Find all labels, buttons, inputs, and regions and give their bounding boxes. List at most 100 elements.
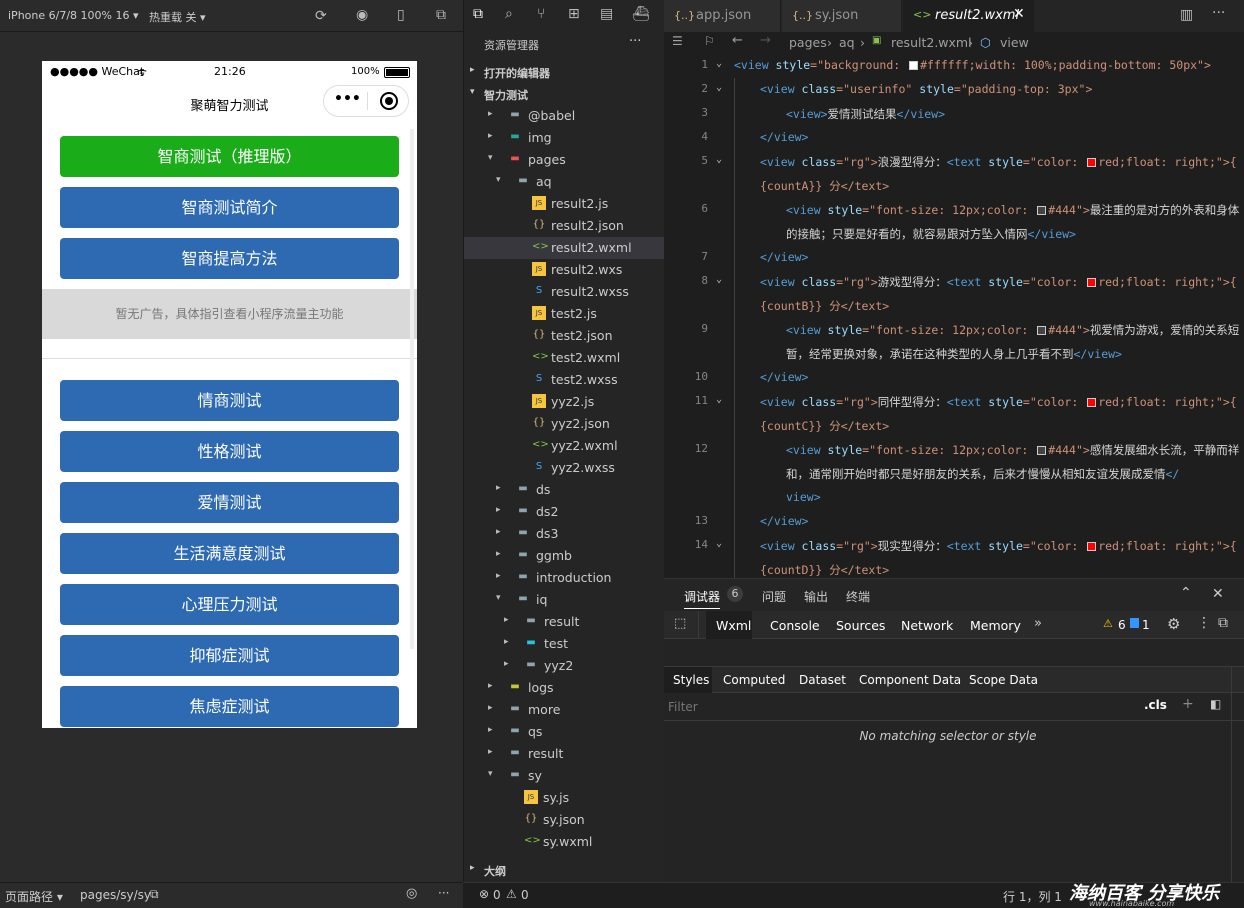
folder-item[interactable]: ▸ ▬ qs (464, 721, 665, 743)
folder-item[interactable]: ▾ ▬ pages (464, 149, 665, 171)
toggle-sidebar-icon[interactable]: ◧ (1210, 697, 1221, 711)
color-swatch[interactable] (1037, 206, 1047, 215)
undock-icon[interactable]: ⧉ (1218, 615, 1228, 631)
color-swatch[interactable] (1087, 278, 1097, 287)
chevron-up-icon[interactable]: ⌃ (1180, 585, 1192, 601)
tab-computed[interactable]: Computed (723, 673, 785, 687)
window-icon[interactable]: ⧉ (436, 7, 446, 23)
tab-network[interactable]: Network (901, 618, 953, 633)
chevron-down-icon[interactable]: ▾ (496, 593, 501, 603)
stop-icon[interactable]: ◉ (356, 7, 368, 23)
chevron-right-icon[interactable]: ▸ (496, 571, 501, 581)
tab-sy-json[interactable]: {..} sy.json (782, 0, 902, 32)
eq-test-button[interactable]: 情商测试 (60, 380, 399, 421)
cursor-position[interactable]: 行 1，列 1 (1003, 888, 1062, 905)
tab-component-data[interactable]: Component Data (859, 673, 961, 687)
fold-icon[interactable]: ⌄ (716, 538, 722, 549)
device-select[interactable]: iPhone 6/7/8 100% 16 ▾ (8, 9, 139, 22)
warning-icon[interactable]: ⚠ (1103, 617, 1113, 630)
close-icon[interactable]: ✕ (1013, 6, 1025, 22)
color-swatch[interactable] (1087, 542, 1097, 551)
warning-icon[interactable]: ⚠ (506, 887, 517, 901)
folder-item[interactable]: ▸ ▬ ds3 (464, 523, 665, 545)
chevron-down-icon[interactable]: ▾ (488, 153, 493, 163)
chevron-right-icon[interactable]: ▸ (488, 703, 493, 713)
folder-item[interactable]: ▸ ▬ result (464, 743, 665, 765)
chevron-right-icon[interactable]: ▸ (496, 483, 501, 493)
eye-icon[interactable]: ◎ (406, 886, 417, 901)
file-item[interactable]: {} sy.json (464, 809, 665, 831)
fold-icon[interactable]: ⌄ (716, 154, 722, 165)
iq-intro-button[interactable]: 智商测试简介 (60, 187, 399, 228)
iq-test-reasoning-button[interactable]: 智商测试（推理版） (60, 136, 399, 177)
file-item[interactable]: {} test2.json (464, 325, 665, 347)
file-item[interactable]: <> test2.wxml (464, 347, 665, 369)
panel-icon[interactable]: ▤ (600, 6, 613, 22)
folder-item[interactable]: ▸ ▬ test (464, 633, 665, 655)
chevron-right-icon[interactable]: ▸ (496, 505, 501, 515)
folder-item[interactable]: ▾ ▬ aq (464, 171, 665, 193)
docker-icon[interactable]: ⛴ (632, 6, 650, 22)
tab-console[interactable]: Console (770, 618, 820, 633)
tab-sources[interactable]: Sources (836, 618, 885, 633)
close-panel-icon[interactable]: ✕ (1212, 586, 1224, 602)
filter-input[interactable] (668, 697, 1128, 717)
tab-app-json[interactable]: {..} app.json (664, 0, 781, 32)
color-swatch[interactable] (1037, 446, 1047, 455)
split-editor-icon[interactable]: ▥ (1180, 7, 1193, 23)
file-item[interactable]: <> result2.wxml (464, 237, 665, 259)
file-item[interactable]: <> yyz2.wxml (464, 435, 665, 457)
tab-dataset[interactable]: Dataset (799, 673, 846, 687)
files-icon[interactable]: ⧉ (473, 6, 483, 22)
hotreload-toggle[interactable]: 热重载 关 ▾ (149, 9, 206, 25)
fold-icon[interactable]: ⌄ (716, 82, 722, 93)
chevron-right-icon[interactable]: ▸ (488, 131, 493, 141)
source-control-icon[interactable]: ⑂ (537, 6, 545, 22)
outline-header[interactable]: ▸ 大纲 (464, 859, 665, 881)
folder-item[interactable]: ▸ ▬ introduction (464, 567, 665, 589)
folder-item[interactable]: ▾ ▬ iq (464, 589, 665, 611)
file-item[interactable]: JS sy.js (464, 787, 665, 809)
tab-styles[interactable]: Styles (673, 673, 709, 687)
forward-icon[interactable]: → (760, 33, 771, 48)
chevron-right-icon[interactable]: ▸ (488, 681, 493, 691)
tab-memory[interactable]: Memory (970, 618, 1021, 633)
settings-icon[interactable]: ⚙ (1167, 615, 1180, 633)
crumb-file[interactable]: result2.wxml (891, 35, 972, 50)
capsule-menu[interactable]: ••• (323, 85, 409, 117)
depression-test-button[interactable]: 抑郁症测试 (60, 635, 399, 676)
folder-item[interactable]: ▸ ▬ yyz2 (464, 655, 665, 677)
file-item[interactable]: JS yyz2.js (464, 391, 665, 413)
folder-item[interactable]: ▸ ▬ result (464, 611, 665, 633)
fold-icon[interactable]: ⌄ (716, 58, 722, 69)
file-item[interactable]: Syyz2.wxss (464, 457, 665, 479)
chevron-right-icon[interactable]: ▸ (496, 549, 501, 559)
tab-terminal[interactable]: 终端 (846, 588, 870, 605)
file-item[interactable]: {} yyz2.json (464, 413, 665, 435)
tab-scope-data[interactable]: Scope Data (969, 673, 1038, 687)
file-item[interactable]: Stest2.wxss (464, 369, 665, 391)
fold-icon[interactable]: ⌄ (716, 394, 722, 405)
more-actions-icon[interactable]: ··· (1212, 5, 1225, 21)
file-item[interactable]: JS result2.js (464, 193, 665, 215)
crumb-aq[interactable]: aq (839, 35, 855, 50)
life-satisfaction-test-button[interactable]: 生活满意度测试 (60, 533, 399, 574)
file-item[interactable]: Sresult2.wxss (464, 281, 665, 303)
tab-result2-wxml[interactable]: <> result2.wxml ✕ (903, 0, 1034, 32)
more-tabs-icon[interactable]: » (1034, 616, 1042, 631)
extensions-icon[interactable]: ⊞ (568, 6, 580, 22)
folder-item[interactable]: ▸ ▬ ds2 (464, 501, 665, 523)
folder-item[interactable]: ▾ ▬ sy (464, 765, 665, 787)
chevron-down-icon[interactable]: ▾ (496, 175, 501, 185)
stress-test-button[interactable]: 心理压力测试 (60, 584, 399, 625)
folder-item[interactable]: ▸ ▬ ds (464, 479, 665, 501)
chevron-down-icon[interactable]: ▾ (488, 769, 493, 779)
color-swatch[interactable] (1037, 326, 1047, 335)
folder-item[interactable]: ▸ ▬ logs (464, 677, 665, 699)
list-icon[interactable]: ☰ (672, 34, 683, 48)
color-swatch[interactable] (1087, 158, 1097, 167)
color-swatch[interactable] (909, 61, 919, 70)
project-header[interactable]: ▾ 智力测试 (464, 83, 665, 105)
file-item[interactable]: JS test2.js (464, 303, 665, 325)
page-path-select[interactable]: 页面路径 ▾ (5, 888, 63, 905)
